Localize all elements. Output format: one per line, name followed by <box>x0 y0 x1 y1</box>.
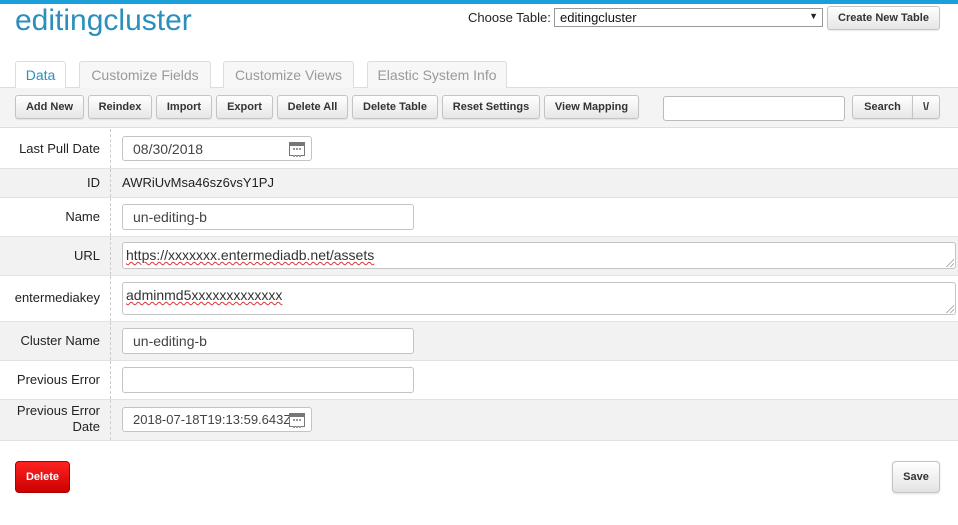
row-entermediakey: entermediakey adminmd5xxxxxxxxxxxxx <box>0 276 958 322</box>
row-id: ID AWRiUvMsa46sz6vsY1PJ <box>0 169 958 198</box>
export-button[interactable]: Export <box>216 95 273 119</box>
id-label: ID <box>87 175 100 190</box>
url-label: URL <box>73 248 100 263</box>
calendar-icon[interactable] <box>289 413 305 428</box>
table-select-value: editingcluster <box>560 10 637 25</box>
row-previous-error: Previous Error <box>0 361 958 400</box>
url-textarea[interactable]: https://xxxxxxx.entermediadb.net/assets <box>122 242 956 269</box>
create-new-table-button[interactable]: Create New Table <box>827 6 940 30</box>
add-new-button[interactable]: Add New <box>15 95 84 119</box>
previous-error-label: Previous Error <box>16 372 100 387</box>
entermediakey-value: adminmd5xxxxxxxxxxxxx <box>126 287 283 303</box>
tab-elastic-system-info[interactable]: Elastic System Info <box>367 61 507 88</box>
row-last-pull-date: Last Pull Date 08/30/2018 <box>0 129 958 169</box>
id-value: AWRiUvMsa46sz6vsY1PJ <box>122 175 274 190</box>
entermediakey-textarea[interactable]: adminmd5xxxxxxxxxxxxx <box>122 282 956 315</box>
reindex-button[interactable]: Reindex <box>88 95 152 119</box>
name-input[interactable]: un-editing-b <box>122 204 414 230</box>
delete-button[interactable]: Delete <box>15 461 70 493</box>
previous-error-input[interactable] <box>122 367 414 393</box>
tab-customize-fields[interactable]: Customize Fields <box>79 61 211 88</box>
save-button[interactable]: Save <box>892 461 940 493</box>
reset-settings-button[interactable]: Reset Settings <box>442 95 540 119</box>
search-options-toggle[interactable]: \/ <box>912 95 940 119</box>
search-input[interactable] <box>663 96 845 121</box>
previous-error-date-value: 2018-07-18T19:13:59.643Z <box>133 412 292 427</box>
resize-handle-icon[interactable] <box>946 259 954 267</box>
calendar-icon[interactable] <box>289 142 305 157</box>
choose-table-label: Choose Table: <box>468 10 551 25</box>
last-pull-date-value: 08/30/2018 <box>133 141 204 157</box>
cluster-name-label: Cluster Name <box>20 333 100 348</box>
row-previous-error-date: Previous Error Date 2018-07-18T19:13:59.… <box>0 400 958 441</box>
row-cluster-name: Cluster Name un-editing-b <box>0 322 958 361</box>
cluster-name-input[interactable]: un-editing-b <box>122 328 414 354</box>
delete-all-button[interactable]: Delete All <box>277 95 348 119</box>
resize-handle-icon[interactable] <box>946 305 954 313</box>
delete-table-button[interactable]: Delete Table <box>352 95 438 119</box>
view-mapping-button[interactable]: View Mapping <box>544 95 639 119</box>
dropdown-arrow-icon: ▼ <box>809 11 818 21</box>
row-name: Name un-editing-b <box>0 198 958 237</box>
search-button[interactable]: Search <box>852 95 913 119</box>
previous-error-date-label: Previous Error Date <box>16 403 100 434</box>
tab-customize-views[interactable]: Customize Views <box>223 61 354 88</box>
name-label: Name <box>65 209 100 224</box>
row-url: URL https://xxxxxxx.entermediadb.net/ass… <box>0 237 958 276</box>
import-button[interactable]: Import <box>156 95 212 119</box>
entermediakey-label: entermediakey <box>14 290 100 305</box>
previous-error-date-field[interactable]: 2018-07-18T19:13:59.643Z <box>122 407 312 432</box>
last-pull-date-field[interactable]: 08/30/2018 <box>122 136 312 161</box>
last-pull-date-label: Last Pull Date <box>19 141 100 156</box>
table-select[interactable]: editingcluster ▼ <box>554 8 823 27</box>
page-title: editingcluster <box>15 4 192 37</box>
tab-data[interactable]: Data <box>15 61 66 89</box>
url-value: https://xxxxxxx.entermediadb.net/assets <box>126 247 375 263</box>
